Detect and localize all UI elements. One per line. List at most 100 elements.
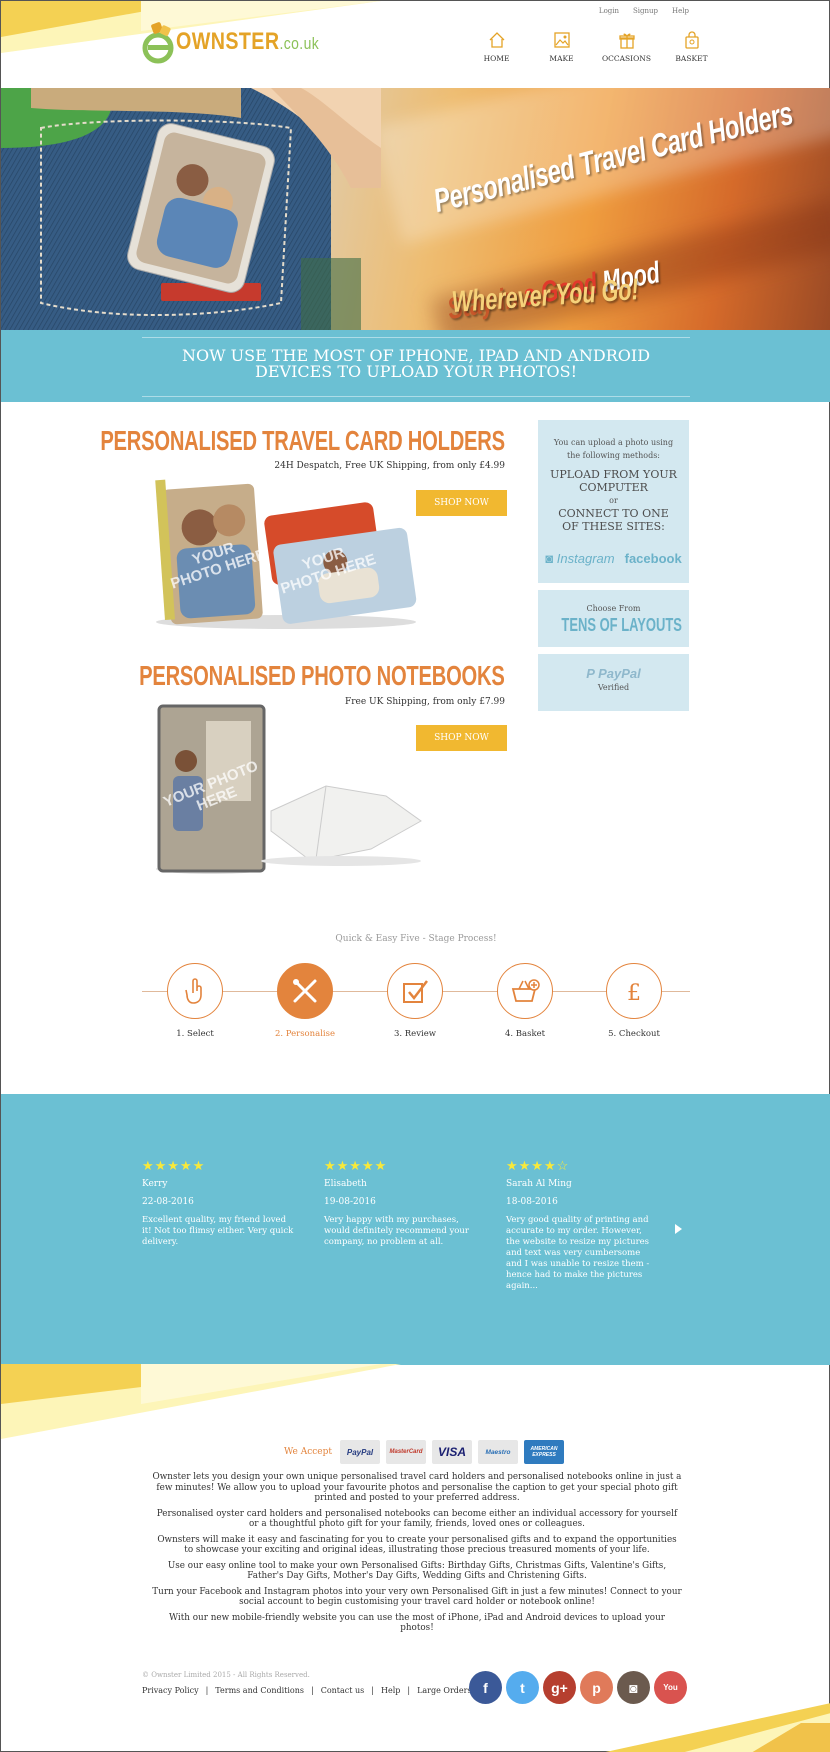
process-step-4[interactable] bbox=[497, 963, 553, 1019]
amex-icon: AMERICAN EXPRESS bbox=[524, 1440, 564, 1464]
hand-pointer-icon bbox=[185, 978, 202, 1004]
nav-basket-label: BASKET bbox=[675, 54, 708, 63]
nav-basket[interactable]: BASKET bbox=[659, 31, 724, 63]
connect-sites: CONNECT TO ONE OF THESE SITES: bbox=[558, 507, 669, 533]
footer-links: Privacy Policy | Terms and Conditions | Co… bbox=[142, 1686, 472, 1695]
review-author: Sarah Al Ming bbox=[506, 1179, 572, 1189]
travel-card-holder-image[interactable] bbox=[146, 467, 426, 632]
contact-link[interactable]: Contact us bbox=[321, 1686, 365, 1695]
logo-mark-icon bbox=[142, 20, 176, 64]
footer-paragraph: Use our easy online tool to make your ow… bbox=[167, 1560, 667, 1582]
checkbox-icon bbox=[403, 980, 428, 1003]
review-card: ★★★★★ Kerry 22-08-2016 Excellent quality… bbox=[142, 1160, 294, 1248]
footer-corner-decoration bbox=[605, 1703, 830, 1752]
footer-paragraph: Ownsters will make it easy and fascinati… bbox=[157, 1534, 677, 1556]
reviews-section: ★★★★★ Kerry 22-08-2016 Excellent quality… bbox=[1, 1094, 830, 1365]
payment-methods: We Accept PayPal MasterCard VISA Maestro… bbox=[284, 1440, 564, 1464]
nav-make-label: MAKE bbox=[549, 54, 574, 63]
upload-from-computer[interactable]: UPLOAD FROM YOUR COMPUTER bbox=[538, 468, 689, 494]
login-link[interactable]: Login bbox=[599, 7, 619, 15]
help-footer-link[interactable]: Help bbox=[381, 1686, 400, 1695]
instagram-connect[interactable]: ◙ Instagram bbox=[545, 551, 614, 566]
nav-occasions[interactable]: OCCASIONS bbox=[594, 31, 659, 63]
basket-icon bbox=[684, 31, 699, 49]
review-text: Excellent quality, my friend loved it! N… bbox=[142, 1215, 294, 1247]
product-title-notebooks[interactable]: PERSONALISED PHOTO NOTEBOOKS bbox=[140, 660, 506, 692]
facebook-icon[interactable]: f bbox=[469, 1671, 502, 1704]
instagram-icon: ◙ bbox=[545, 551, 554, 566]
review-text: Very happy with my purchases, would defi… bbox=[324, 1215, 469, 1247]
process-step-label: 5. Checkout bbox=[608, 1029, 660, 1039]
visa-icon: VISA bbox=[432, 1440, 472, 1464]
tens-of-layouts: TENS OF LAYOUTS bbox=[561, 615, 682, 635]
upload-or: or bbox=[609, 496, 618, 505]
image-icon bbox=[553, 32, 570, 48]
site-logo[interactable]: OWNSTER.co.uk bbox=[142, 20, 351, 64]
upload-intro: You can upload a photo using the followi… bbox=[553, 438, 674, 460]
process-step-3[interactable] bbox=[387, 963, 443, 1019]
review-card: ★★★★☆ Sarah Al Ming 18-08-2016 Very good… bbox=[506, 1160, 658, 1292]
hero-photo-jeans bbox=[1, 88, 381, 331]
google-plus-icon[interactable]: g+ bbox=[543, 1671, 576, 1704]
layouts-panel: Choose From TENS OF LAYOUTS bbox=[538, 590, 689, 647]
choose-from-label: Choose From bbox=[586, 604, 641, 613]
process-step-label: 1. Select bbox=[176, 1029, 214, 1039]
footer-description: Ownster lets you design your own unique … bbox=[152, 1472, 682, 1639]
shop-now-button-travel-card[interactable]: SHOP NOW bbox=[416, 490, 507, 516]
paypal-card-icon: PayPal bbox=[340, 1440, 380, 1464]
process-step-label: 2. Personalise bbox=[274, 1029, 336, 1039]
social-links: f t g+ p ◙ You bbox=[469, 1671, 687, 1704]
nav-home-label: HOME bbox=[483, 54, 510, 63]
upload-methods-panel: You can upload a photo using the followi… bbox=[538, 420, 689, 583]
banner-text: Now use the most of iPhone, iPad and And… bbox=[181, 346, 651, 381]
terms-link[interactable]: Terms and Conditions bbox=[215, 1686, 304, 1695]
process-step-1[interactable] bbox=[167, 963, 223, 1019]
banner-divider-top bbox=[142, 337, 690, 338]
review-date: 18-08-2016 bbox=[506, 1197, 558, 1207]
pinterest-icon[interactable]: p bbox=[580, 1671, 613, 1704]
large-orders-link[interactable]: Large Orders bbox=[417, 1686, 471, 1695]
next-review-arrow-icon[interactable] bbox=[675, 1224, 682, 1234]
process-title: Quick & Easy Five - Stage Process! bbox=[335, 934, 497, 944]
nav-make[interactable]: MAKE bbox=[529, 31, 594, 63]
process-step-5[interactable]: £ bbox=[606, 963, 662, 1019]
process-step-label: 4. Basket bbox=[504, 1029, 546, 1039]
review-stars: ★★★★★ bbox=[142, 1159, 206, 1174]
review-card: ★★★★★ Elisabeth 19-08-2016 Very happy wi… bbox=[324, 1160, 476, 1248]
signup-link[interactable]: Signup bbox=[633, 7, 658, 15]
paypal-logo: P PayPal bbox=[586, 666, 641, 681]
mastercard-icon: MasterCard bbox=[386, 1440, 426, 1464]
hero-banner[interactable]: Personalised Travel Card Holders Stay in… bbox=[1, 88, 830, 331]
review-date: 22-08-2016 bbox=[142, 1197, 194, 1207]
basket-add-icon bbox=[511, 979, 540, 1002]
paypal-verified-panel: P PayPal Verified bbox=[538, 654, 689, 711]
review-stars: ★★★★☆ bbox=[506, 1159, 570, 1174]
privacy-policy-link[interactable]: Privacy Policy bbox=[142, 1686, 199, 1695]
banner-divider-bottom bbox=[142, 396, 690, 397]
facebook-connect[interactable]: facebook bbox=[625, 551, 682, 566]
pound-icon: £ bbox=[627, 981, 641, 1006]
twitter-icon[interactable]: t bbox=[506, 1671, 539, 1704]
we-accept-label: We Accept bbox=[284, 1447, 332, 1457]
paypal-verified: Verified bbox=[597, 683, 630, 692]
instagram-icon[interactable]: ◙ bbox=[617, 1671, 650, 1704]
youtube-icon[interactable]: You bbox=[654, 1671, 687, 1704]
tools-icon bbox=[293, 979, 317, 1003]
maestro-icon: Maestro bbox=[478, 1440, 518, 1464]
process-step-2[interactable] bbox=[277, 963, 333, 1019]
product-title-travel-card[interactable]: PERSONALISED TRAVEL CARD HOLDERS bbox=[100, 425, 505, 457]
review-text: Very good quality of printing and accura… bbox=[506, 1215, 650, 1291]
review-author: Kerry bbox=[142, 1179, 168, 1189]
review-author: Elisabeth bbox=[324, 1179, 367, 1189]
footer-decoration bbox=[1, 1364, 401, 1439]
nav-home[interactable]: HOME bbox=[464, 31, 529, 63]
footer-paragraph: Personalised oyster card holders and per… bbox=[156, 1508, 678, 1530]
paypal-icon: P bbox=[586, 666, 595, 681]
help-link[interactable]: Help bbox=[672, 7, 689, 15]
review-stars: ★★★★★ bbox=[324, 1159, 388, 1174]
review-date: 19-08-2016 bbox=[324, 1197, 376, 1207]
gift-icon bbox=[618, 33, 635, 49]
top-links: Login Signup Help bbox=[599, 7, 689, 15]
logo-text: OWNSTER.co.uk bbox=[176, 28, 320, 55]
svg-text:£: £ bbox=[627, 981, 641, 1006]
